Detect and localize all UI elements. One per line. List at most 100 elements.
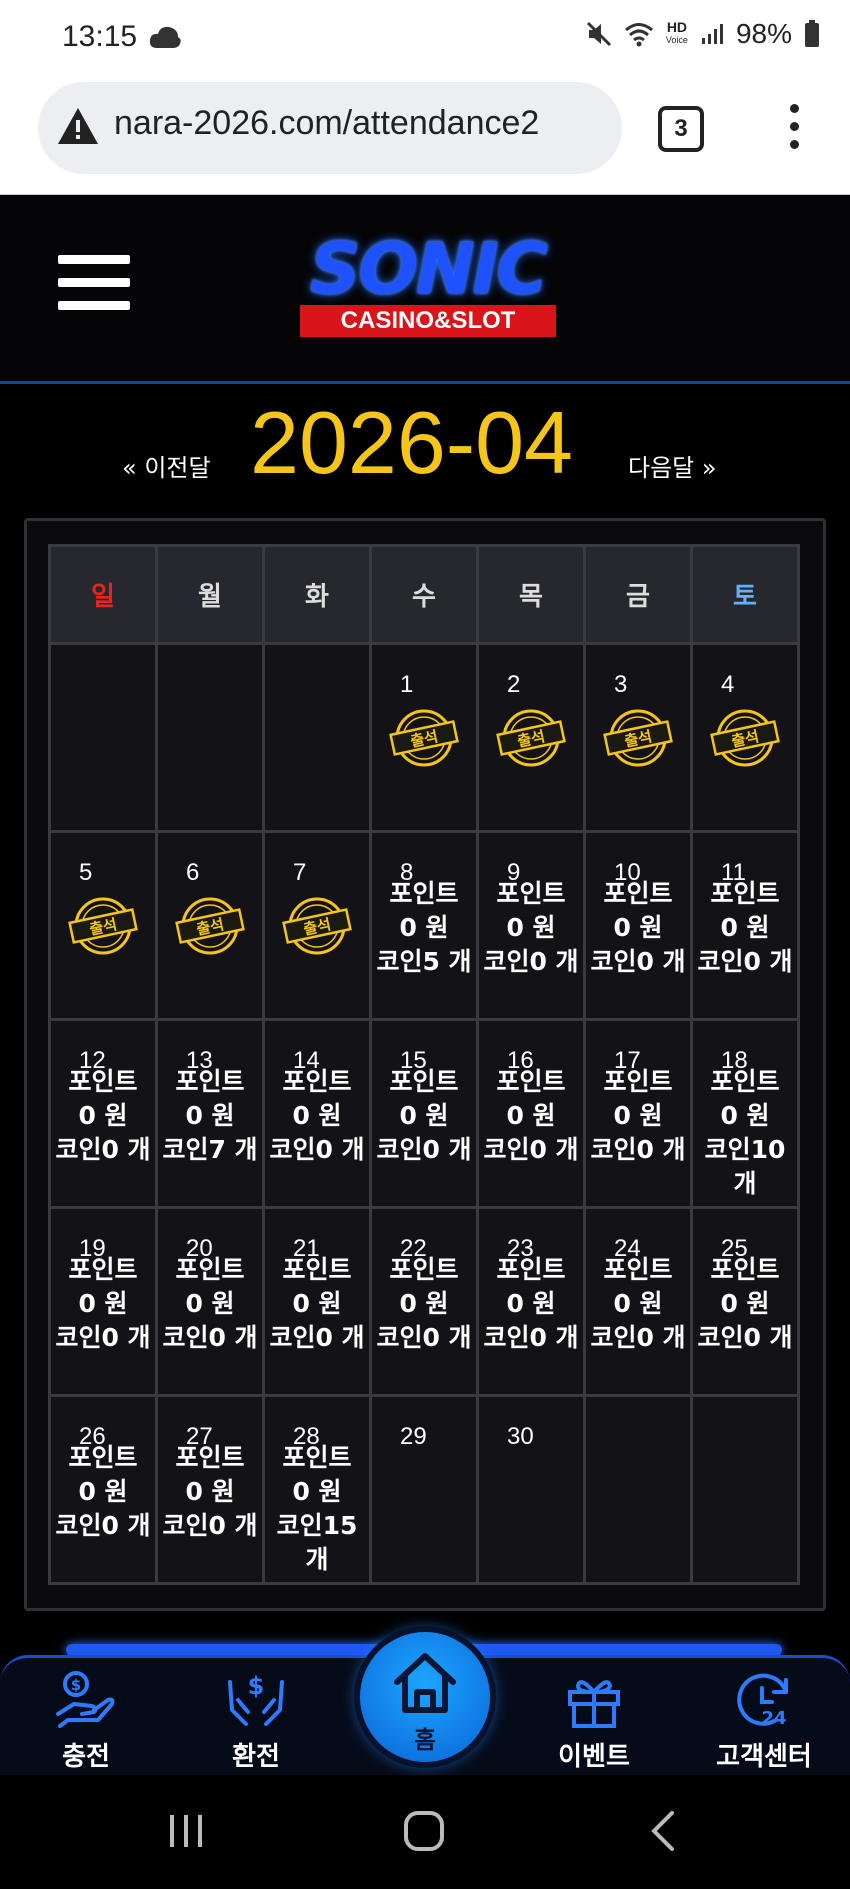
site-logo[interactable]: SONIC CASINO&SLOT bbox=[278, 231, 578, 337]
calendar-day-cell[interactable]: 13 포인트 0 원 코인7 개 bbox=[155, 1018, 265, 1209]
day-number: 6 bbox=[186, 859, 200, 886]
reward-info: 포인트 0 원 코인0 개 bbox=[479, 877, 583, 979]
day-number: 2 bbox=[507, 671, 521, 698]
calendar-day-cell[interactable]: 14 포인트 0 원 코인0 개 bbox=[262, 1018, 372, 1209]
browser-toolbar: nara-2026.com/attendance2 3 bbox=[0, 78, 850, 195]
status-bar: 13:15 HD Voice 98% bbox=[0, 0, 850, 78]
reward-coin: 코인15 개 bbox=[276, 1511, 358, 1574]
url-text[interactable]: nara-2026.com/attendance2 bbox=[114, 104, 539, 143]
logo-subtitle: CASINO&SLOT bbox=[300, 305, 556, 337]
reward-coin: 코인0 개 bbox=[55, 1135, 151, 1164]
calendar-day-cell[interactable]: 23 포인트 0 원 코인0 개 bbox=[476, 1206, 586, 1397]
reward-info: 포인트 0 원 코인0 개 bbox=[479, 1253, 583, 1355]
calendar-day-cell[interactable]: 16 포인트 0 원 코인0 개 bbox=[476, 1018, 586, 1209]
warning-icon[interactable] bbox=[56, 106, 100, 146]
reward-point-label: 포인트 bbox=[282, 1443, 352, 1472]
reward-point: 0 원 bbox=[613, 913, 663, 942]
current-month-title: 2026-04 bbox=[250, 393, 573, 492]
reward-point: 0 원 bbox=[613, 1289, 663, 1318]
calendar-day-cell[interactable]: 17 포인트 0 원 코인0 개 bbox=[583, 1018, 693, 1209]
reward-coin: 코인0 개 bbox=[269, 1323, 365, 1352]
site-header: SONIC CASINO&SLOT bbox=[0, 195, 850, 384]
nav-home-label: 홈 bbox=[413, 1726, 437, 1754]
prev-month-link[interactable]: « 이전달 bbox=[122, 448, 211, 483]
calendar-day-cell[interactable]: 22 포인트 0 원 코인0 개 bbox=[369, 1206, 479, 1397]
nav-deposit[interactable]: $ 충전 bbox=[26, 1670, 146, 1773]
hamburger-menu-icon[interactable] bbox=[58, 255, 130, 317]
calendar-day-cell[interactable]: 25 포인트 0 원 코인0 개 bbox=[690, 1206, 800, 1397]
calendar-empty-cell bbox=[690, 1394, 800, 1585]
tab-switcher-button[interactable]: 3 bbox=[658, 106, 704, 152]
reward-info: 포인트 0 원 코인0 개 bbox=[372, 1065, 476, 1167]
day-number: 4 bbox=[721, 671, 735, 698]
calendar-day-cell[interactable]: 28 포인트 0 원 코인15 개 bbox=[262, 1394, 372, 1585]
attendance-stamp-icon: 출석 bbox=[175, 897, 245, 955]
reward-point: 0 원 bbox=[292, 1289, 342, 1318]
weekday-header: 목 bbox=[476, 544, 586, 645]
battery-icon bbox=[805, 20, 819, 47]
reward-info: 포인트 0 원 코인0 개 bbox=[51, 1065, 155, 1167]
calendar-day-cell[interactable]: 3 출석 bbox=[583, 642, 693, 833]
calendar-day-cell[interactable]: 12 포인트 0 원 코인0 개 bbox=[48, 1018, 158, 1209]
calendar-day-cell[interactable]: 29 bbox=[369, 1394, 479, 1585]
reward-point: 0 원 bbox=[399, 1101, 449, 1130]
calendar-day-cell[interactable]: 24 포인트 0 원 코인0 개 bbox=[583, 1206, 693, 1397]
nav-home-button[interactable]: 홈 bbox=[360, 1632, 490, 1762]
reward-coin: 코인0 개 bbox=[483, 947, 579, 976]
calendar-day-cell[interactable]: 4 출석 bbox=[690, 642, 800, 833]
calendar-day-cell[interactable]: 8 포인트 0 원 코인5 개 bbox=[369, 830, 479, 1021]
reward-info: 포인트 0 원 코인0 개 bbox=[372, 1253, 476, 1355]
calendar-day-cell[interactable]: 1 출석 bbox=[369, 642, 479, 833]
reward-coin: 코인5 개 bbox=[376, 947, 472, 976]
reward-info: 포인트 0 원 코인0 개 bbox=[479, 1065, 583, 1167]
logo-text: SONIC bbox=[310, 228, 548, 310]
calendar-day-cell[interactable]: 21 포인트 0 원 코인0 개 bbox=[262, 1206, 372, 1397]
calendar-day-cell[interactable]: 6 출석 bbox=[155, 830, 265, 1021]
calendar-day-cell[interactable]: 15 포인트 0 원 코인0 개 bbox=[369, 1018, 479, 1209]
calendar-empty-cell bbox=[262, 642, 372, 833]
reward-point-label: 포인트 bbox=[175, 1255, 245, 1284]
reward-point-label: 포인트 bbox=[282, 1255, 352, 1284]
reward-point: 0 원 bbox=[613, 1101, 663, 1130]
back-icon[interactable] bbox=[648, 1809, 678, 1853]
reward-info: 포인트 0 원코인0 개 bbox=[265, 1253, 369, 1355]
nav-exchange[interactable]: $ 환전 bbox=[196, 1670, 316, 1773]
reward-point: 0 원 bbox=[185, 1289, 235, 1318]
reward-coin: 코인0 개 bbox=[162, 1323, 258, 1352]
day-number: 5 bbox=[79, 859, 93, 886]
nav-support-label: 고객센터 bbox=[716, 1742, 812, 1772]
reward-info: 포인트 0 원 코인0 개 bbox=[265, 1065, 369, 1167]
reward-point-label: 포인트 bbox=[175, 1067, 245, 1096]
reward-point: 0 원 bbox=[720, 913, 770, 942]
reward-info: 포인트 0 원 코인0 개 bbox=[158, 1441, 262, 1543]
weekday-header-row: 일월화수목금토 bbox=[48, 544, 800, 645]
reward-point: 0 원 bbox=[399, 913, 449, 942]
nav-event[interactable]: 이벤트 bbox=[534, 1670, 654, 1773]
cloud-notification-icon bbox=[149, 26, 181, 48]
reward-coin: 코인0 개 bbox=[376, 1323, 472, 1352]
calendar-day-cell[interactable]: 27 포인트 0 원 코인0 개 bbox=[155, 1394, 265, 1585]
calendar-day-cell[interactable]: 18 포인트 0 원 코인10 개 bbox=[690, 1018, 800, 1209]
calendar-day-cell[interactable]: 10 포인트 0 원 코인0 개 bbox=[583, 830, 693, 1021]
reward-coin: 코인0 개 bbox=[590, 1323, 686, 1352]
calendar-day-cell[interactable]: 20 포인트 0 원 코인0 개 bbox=[155, 1206, 265, 1397]
recent-apps-icon[interactable] bbox=[166, 1811, 206, 1851]
calendar-day-cell[interactable]: 7 출석 bbox=[262, 830, 372, 1021]
reward-point: 0 원 bbox=[185, 1477, 235, 1506]
calendar-day-cell[interactable]: 30 bbox=[476, 1394, 586, 1585]
calendar-day-cell[interactable]: 26 포인트 0 원 코인0 개 bbox=[48, 1394, 158, 1585]
next-month-link[interactable]: 다음달 » bbox=[628, 448, 717, 483]
calendar-day-cell[interactable]: 19 포인트 0 원 코인0 개 bbox=[48, 1206, 158, 1397]
nav-deposit-label: 충전 bbox=[62, 1742, 110, 1772]
nav-support[interactable]: 24 고객센터 bbox=[704, 1670, 824, 1773]
nav-event-label: 이벤트 bbox=[558, 1742, 630, 1772]
calendar-day-cell[interactable]: 9 포인트 0 원 코인0 개 bbox=[476, 830, 586, 1021]
reward-point-label: 포인트 bbox=[710, 879, 780, 908]
reward-point-label: 포인트 bbox=[282, 1067, 352, 1096]
calendar-day-cell[interactable]: 5 출석 bbox=[48, 830, 158, 1021]
address-bar[interactable]: nara-2026.com/attendance2 bbox=[38, 82, 622, 174]
calendar-day-cell[interactable]: 11 포인트 0 원 코인0 개 bbox=[690, 830, 800, 1021]
browser-menu-icon[interactable] bbox=[784, 104, 804, 152]
calendar-day-cell[interactable]: 2 출석 bbox=[476, 642, 586, 833]
home-nav-icon[interactable] bbox=[402, 1809, 446, 1853]
